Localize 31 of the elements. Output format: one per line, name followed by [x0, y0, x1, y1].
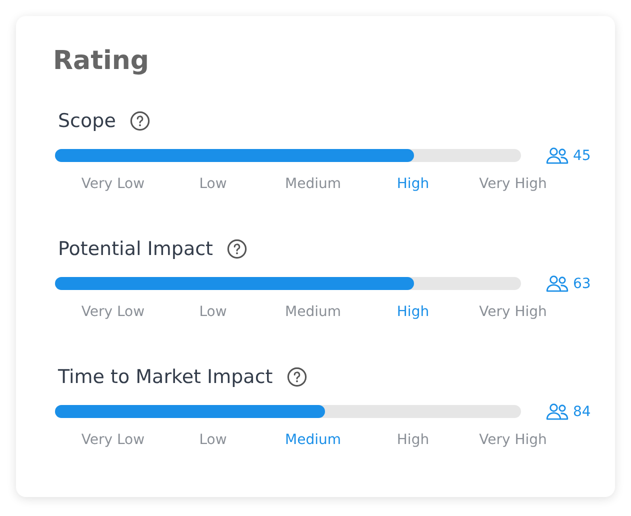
scale-option[interactable]: Low: [199, 304, 227, 320]
scale-option[interactable]: Medium: [285, 176, 341, 192]
vote-count: 45: [573, 148, 591, 164]
scale-option[interactable]: Low: [199, 432, 227, 448]
rating-label: Potential Impact: [58, 238, 213, 260]
help-icon[interactable]: [286, 367, 307, 387]
scale-option[interactable]: High: [396, 304, 430, 320]
scale-option[interactable]: Low: [199, 176, 227, 192]
scale-option[interactable]: High: [396, 432, 430, 448]
help-icon[interactable]: [227, 239, 247, 259]
scale-option[interactable]: Very Low: [81, 432, 145, 448]
vote-count: 84: [573, 404, 591, 420]
people-icon: [546, 147, 569, 164]
rating-label: Scope: [58, 110, 116, 132]
scale-option[interactable]: Very Low: [81, 304, 145, 320]
people-icon: [546, 275, 569, 292]
people-icon: [546, 403, 569, 420]
scale-option[interactable]: Very High: [479, 432, 547, 448]
scale-option[interactable]: Very High: [479, 176, 547, 192]
rating-track[interactable]: [55, 277, 521, 290]
scale-option[interactable]: Very Low: [81, 176, 145, 192]
scale-option[interactable]: Very High: [479, 304, 547, 320]
help-icon[interactable]: [130, 111, 150, 131]
rating-track[interactable]: [55, 149, 521, 162]
rating-label: Time to Market Impact: [58, 366, 273, 388]
scale-option[interactable]: Medium: [285, 304, 341, 320]
scale-option[interactable]: Medium: [285, 432, 341, 448]
scale-option[interactable]: High: [396, 176, 430, 192]
card-title: Rating: [53, 46, 150, 78]
rating-track[interactable]: [55, 405, 521, 418]
vote-count: 63: [573, 276, 591, 292]
